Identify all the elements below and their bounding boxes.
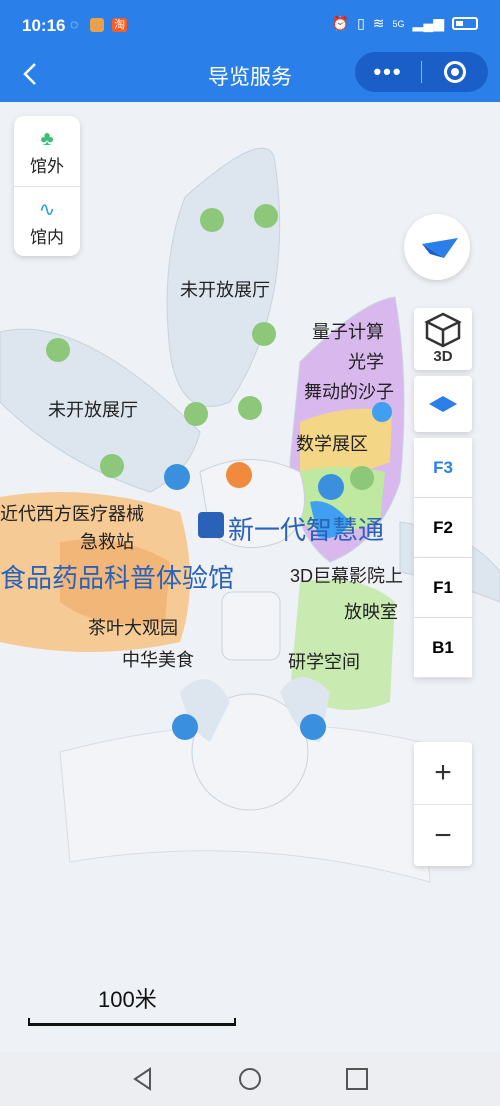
floor-selector: F3 F2 F1 B1 bbox=[414, 438, 472, 678]
label-study[interactable]: 研学空间 bbox=[288, 648, 360, 674]
status-time: 10:16 bbox=[22, 16, 66, 35]
brand-logo-icon bbox=[198, 512, 224, 538]
signal-icon: ▂▄▆ bbox=[412, 15, 444, 31]
label-first-aid[interactable]: 急救站 bbox=[80, 528, 134, 554]
walk-icon[interactable] bbox=[184, 402, 208, 426]
restroom-icon[interactable] bbox=[172, 714, 198, 740]
label-quantum[interactable]: 量子计算 bbox=[312, 318, 384, 344]
walk-icon[interactable] bbox=[238, 396, 262, 420]
vibrate-icon: ▯ bbox=[357, 15, 365, 31]
label-closed-hall-1[interactable]: 未开放展厅 bbox=[180, 276, 270, 302]
venue-inside-button[interactable]: ∿ 馆内 bbox=[14, 186, 80, 256]
label-new-gen[interactable]: 新一代智慧通 bbox=[228, 510, 384, 547]
restroom-icon[interactable] bbox=[318, 474, 344, 500]
status-bar: 10:16 ◌ 淘 ⏰ ▯ ≋ 5G ▂▄▆ bbox=[0, 0, 500, 48]
venue-outside-button[interactable]: ♣ 馆外 bbox=[14, 116, 80, 186]
floor-f2-button[interactable]: F2 bbox=[414, 498, 472, 558]
zoom-panel: + − bbox=[414, 742, 472, 866]
elevator-icon[interactable] bbox=[226, 462, 252, 488]
zoom-out-button[interactable]: − bbox=[414, 804, 472, 866]
app-icon bbox=[90, 18, 105, 33]
floor-f1-button[interactable]: F1 bbox=[414, 558, 472, 618]
home-circle-icon[interactable] bbox=[237, 1066, 263, 1092]
mini-program-capsule: ••• bbox=[355, 52, 488, 92]
system-nav-bar bbox=[0, 1052, 500, 1106]
label-sand[interactable]: 舞动的沙子 bbox=[304, 378, 394, 404]
walk-icon[interactable] bbox=[100, 454, 124, 478]
wifi-icon: ≋ bbox=[372, 15, 385, 31]
label-food[interactable]: 中华美食 bbox=[122, 646, 194, 672]
zoom-in-button[interactable]: + bbox=[414, 742, 472, 804]
compass-button[interactable] bbox=[404, 214, 470, 280]
route-icon: ∿ bbox=[38, 199, 56, 221]
walk-icon[interactable] bbox=[200, 208, 224, 232]
label-imax[interactable]: 3D巨幕影院上 bbox=[290, 562, 403, 588]
close-mini-program-button[interactable] bbox=[422, 61, 488, 83]
label-food-drug[interactable]: 食品药品科普体验馆 bbox=[0, 558, 234, 595]
view-3d-button[interactable]: 3D bbox=[414, 308, 472, 370]
layer-2d-icon bbox=[429, 396, 457, 412]
more-dots-icon[interactable]: ••• bbox=[355, 59, 421, 85]
chat-bubble-icon: ◌ bbox=[70, 16, 83, 32]
scale-bar bbox=[28, 1018, 236, 1026]
restroom-icon[interactable] bbox=[164, 464, 190, 490]
recents-square-icon[interactable] bbox=[344, 1066, 370, 1092]
walk-icon[interactable] bbox=[46, 338, 70, 362]
label-optics[interactable]: 光学 bbox=[348, 348, 384, 374]
view-3d-label: 3D bbox=[433, 348, 453, 365]
tree-icon: ♣ bbox=[40, 128, 54, 150]
status-notification-icons: ◌ 淘 bbox=[70, 16, 128, 33]
floor-panel: 3D F3 F2 F1 B1 bbox=[414, 308, 472, 678]
alarm-icon: ⏰ bbox=[331, 15, 350, 31]
label-medical[interactable]: 近代西方医疗器械 bbox=[0, 500, 144, 526]
nav-bar: 导览服务 ••• bbox=[0, 48, 500, 102]
label-tea[interactable]: 茶叶大观园 bbox=[88, 614, 178, 640]
compass-icon bbox=[422, 238, 458, 258]
view-2d-button[interactable] bbox=[414, 376, 472, 432]
network-label: 5G bbox=[392, 18, 405, 29]
venue-outside-label: 馆外 bbox=[30, 157, 64, 176]
restroom-icon[interactable] bbox=[300, 714, 326, 740]
cube-icon bbox=[424, 312, 462, 348]
status-right-icons: ⏰ ▯ ≋ 5G ▂▄▆ bbox=[332, 15, 478, 32]
venue-inside-label: 馆内 bbox=[30, 228, 64, 247]
battery-icon bbox=[452, 17, 478, 30]
walk-icon[interactable] bbox=[350, 466, 374, 490]
scale-label: 100米 bbox=[98, 987, 157, 1012]
taobao-icon: 淘 bbox=[112, 18, 128, 33]
label-math[interactable]: 数学展区 bbox=[296, 430, 368, 456]
venue-toggle: ♣ 馆外 ∿ 馆内 bbox=[14, 116, 80, 256]
floor-f3-button[interactable]: F3 bbox=[414, 438, 472, 498]
back-triangle-icon[interactable] bbox=[130, 1066, 156, 1092]
walk-icon[interactable] bbox=[252, 322, 276, 346]
label-closed-hall-2[interactable]: 未开放展厅 bbox=[48, 396, 138, 422]
walk-icon[interactable] bbox=[254, 204, 278, 228]
target-icon bbox=[444, 61, 466, 83]
label-screening[interactable]: 放映室 bbox=[344, 598, 398, 624]
floor-b1-button[interactable]: B1 bbox=[414, 618, 472, 678]
